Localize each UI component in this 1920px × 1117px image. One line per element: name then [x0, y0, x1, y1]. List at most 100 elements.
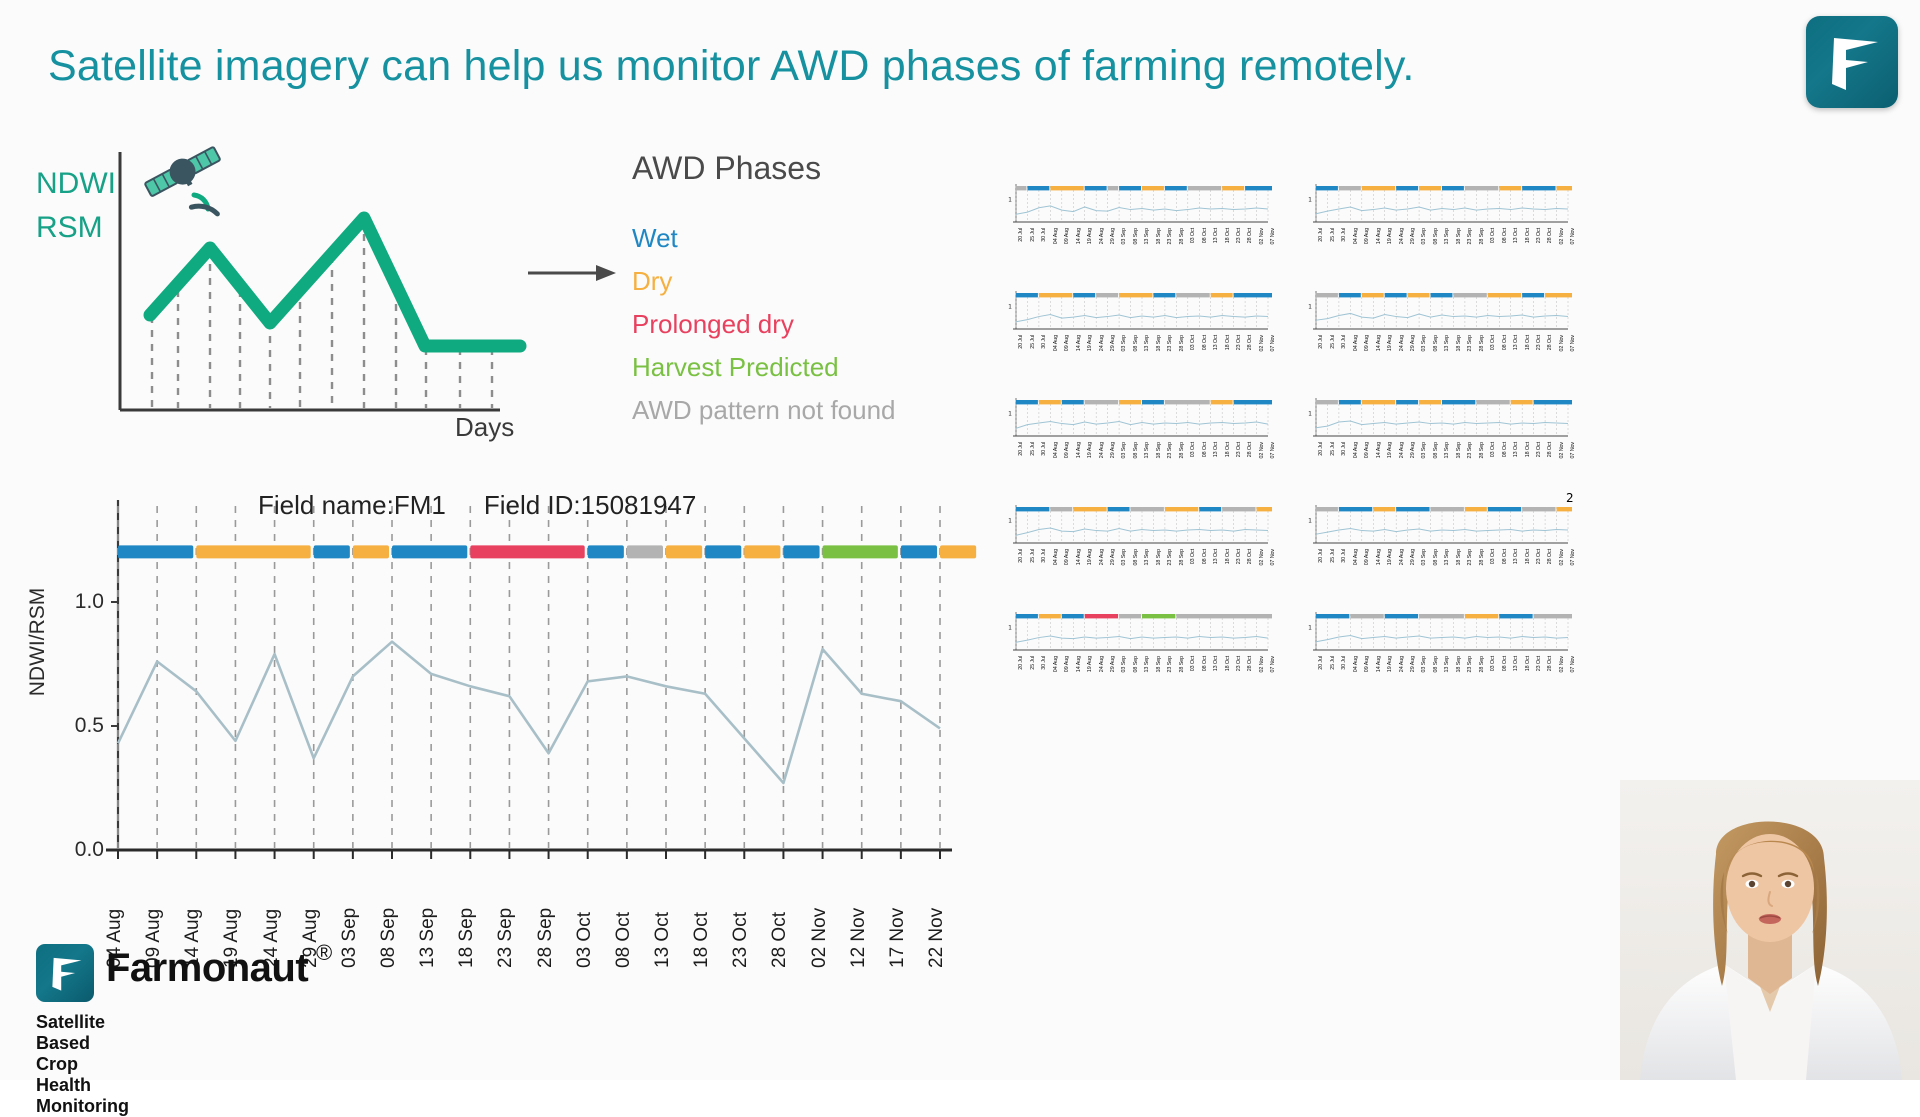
thumbnail-x-tick-label: 03 Oct [1190, 228, 1197, 244]
thumbnail-x-tick-label: 13 Oct [1513, 656, 1520, 672]
thumbnail-x-tick-label: 24 Aug [1098, 549, 1105, 566]
thumbnail-x-tick-label: 07 Nov [1570, 442, 1577, 459]
phase-segment [196, 545, 311, 559]
thumbnail-x-tick-label: 29 Aug [1110, 656, 1117, 673]
thumbnail-x-tick-label: 08 Sep [1132, 549, 1139, 566]
thumbnail-x-tick-label: 23 Oct [1536, 442, 1543, 458]
thumbnail-x-tick-label: 28 Oct [1547, 656, 1554, 672]
thumbnail-x-tick-label: 14 Aug [1375, 335, 1382, 352]
thumbnail-x-tick-label: 07 Nov [1270, 549, 1277, 566]
thumbnail-x-tick-label: 03 Oct [1490, 335, 1497, 351]
thumbnail-x-tick-label: 03 Oct [1490, 656, 1497, 672]
x-tick-label: 08 Sep [378, 907, 399, 968]
phase-segment [940, 545, 977, 559]
legend-item-harvest-predicted: Harvest Predicted [632, 352, 839, 382]
thumbnail-x-tick-label: 18 Sep [1155, 549, 1162, 566]
thumbnail-chart[interactable]: 1 20 Jul 25 Jul 30 Jul 04 Aug 09 Aug 14 Aug 19 … [1300, 180, 1579, 284]
thumbnail-x-tick-label: 04 Aug [1052, 228, 1059, 245]
y-tick-label: 0.0 [74, 838, 104, 861]
thumbnail-chart[interactable]: 1 20 Jul 25 Jul 30 Jul 04 Aug 09 Aug 14 Aug 19 … [1300, 501, 1579, 605]
thumbnail-x-tick-label: 08 Sep [1132, 228, 1139, 245]
thumbnail-x-tick-label: 02 Nov [1558, 656, 1565, 673]
thumbnail-x-tick-label: 03 Oct [1190, 335, 1197, 351]
thumbnail-x-tick-label: 18 Sep [1155, 656, 1162, 673]
thumbnail-chart[interactable]: 1 20 Jul 25 Jul 30 Jul 04 Aug 09 Aug 14 Aug 19 … [1000, 608, 1279, 712]
thumbnail-chart[interactable]: 1 20 Jul 25 Jul 30 Jul 04 Aug 09 Aug 14 Aug 19 … [1300, 608, 1579, 712]
thumbnail-x-tick-label: 08 Sep [1432, 442, 1439, 459]
thumbnail-x-tick-label: 13 Sep [1444, 549, 1451, 566]
thumbnail-x-tick-label: 20 Jul [1318, 442, 1325, 456]
field-name-label: Field name: [258, 490, 394, 520]
x-tick-label: 13 Sep [417, 907, 439, 968]
thumbnail-corner-number: 2 [1566, 491, 1574, 505]
thumbnail-plot: 1 [1008, 184, 1279, 223]
legend-item-wet: Wet [632, 223, 678, 253]
thumbnail-x-tick-label: 13 Oct [1213, 442, 1220, 458]
thumbnail-x-tick-label: 28 Sep [1178, 656, 1185, 673]
thumbnail-x-tick-label: 03 Oct [1190, 549, 1197, 565]
thumbnail-x-tick-label: 08 Oct [1501, 549, 1508, 565]
thumbnail-x-tick-label: 19 Aug [1387, 549, 1394, 566]
thumbnail-x-tick-label: 30 Jul [1041, 228, 1048, 242]
phase-segment [587, 545, 624, 559]
thumbnail-x-tick-label: 18 Oct [1524, 656, 1531, 672]
awd-phases-legend: AWD Phases Wet Dry Prolonged dry Harvest Pr… [632, 150, 1012, 432]
thumbnail-x-tick-label: 23 Sep [1467, 335, 1474, 352]
thumbnail-x-tick-label: 18 Sep [1455, 549, 1462, 566]
thumbnail-plot: 1 [1308, 291, 1579, 330]
thumbnail-x-tick-label: 09 Aug [1364, 549, 1371, 566]
thumbnail-x-tick-label: 25 Jul [1329, 656, 1336, 670]
thumbnail-x-tick-label: 18 Oct [1224, 549, 1231, 565]
thumbnail-x-tick-label: 18 Sep [1155, 228, 1162, 245]
svg-text:1: 1 [1308, 518, 1312, 525]
thumbnail-x-tick-label: 28 Oct [1547, 335, 1554, 351]
x-tick-label: 03 Oct [573, 912, 595, 968]
thumbnail-x-tick-label: 02 Nov [1258, 656, 1265, 673]
thumbnail-x-tick-label: 07 Nov [1270, 656, 1277, 673]
thumbnail-x-tick-label: 09 Aug [1364, 442, 1371, 459]
thumbnail-x-tick-label: 03 Sep [1121, 442, 1128, 459]
thumbnail-x-tick-label: 14 Aug [1075, 549, 1082, 566]
thumbnail-x-tick-label: 20 Jul [1018, 228, 1025, 242]
svg-text:1: 1 [1008, 625, 1012, 632]
thumbnail-chart[interactable]: 1 20 Jul 25 Jul 30 Jul 04 Aug 09 Aug 14 Aug 19 … [1000, 287, 1279, 391]
thumbnail-x-tick-label: 18 Oct [1224, 228, 1231, 244]
thumbnail-x-tick-label: 19 Aug [1087, 549, 1094, 566]
thumbnail-x-tick-label: 30 Jul [1341, 656, 1348, 670]
thumbnail-x-tick-label: 29 Aug [1410, 335, 1417, 352]
thumbnail-chart[interactable]: 1 20 Jul 25 Jul 30 Jul 04 Aug 09 Aug 14 Aug 19 … [1300, 287, 1579, 391]
thumbnail-x-tick-label: 28 Sep [1478, 549, 1485, 566]
thumbnail-x-tick-label: 30 Jul [1341, 442, 1348, 456]
thumbnail-x-tick-label: 30 Jul [1341, 549, 1348, 563]
presenter-video-overlay [1620, 780, 1920, 1080]
thumbnail-x-tick-label: 08 Oct [1501, 335, 1508, 351]
phase-segment [822, 545, 898, 559]
thumbnail-x-tick-label: 25 Jul [1329, 442, 1336, 456]
thumbnail-chart[interactable]: 1 20 Jul 25 Jul 30 Jul 04 Aug 09 Aug 14 Aug 19 … [1300, 394, 1579, 498]
thumbnail-x-tick-label: 18 Oct [1224, 656, 1231, 672]
thumbnail-chart[interactable]: 1 20 Jul 25 Jul 30 Jul 04 Aug 09 Aug 14 Aug 19 … [1000, 180, 1279, 284]
thumbnail-x-tick-label: 08 Oct [1201, 549, 1208, 565]
thumbnail-x-tick-label: 29 Aug [1410, 656, 1417, 673]
thumbnail-chart[interactable]: 1 20 Jul 25 Jul 30 Jul 04 Aug 09 Aug 14 Aug 19 … [1000, 501, 1279, 605]
brand-wordmark: Farmonaut [106, 946, 309, 990]
thumbnail-x-tick-label: 03 Sep [1421, 228, 1428, 245]
thumbnail-x-tick-label: 13 Oct [1513, 549, 1520, 565]
thumbnail-x-tick-label: 30 Jul [1041, 335, 1048, 349]
x-tick-label: 18 Sep [456, 907, 478, 968]
thumbnail-x-tick-label: 13 Sep [1444, 442, 1451, 459]
thumbnail-x-tick-label: 29 Aug [1410, 442, 1417, 459]
thumbnail-x-tick-label: 29 Aug [1110, 442, 1117, 459]
thumbnail-x-tick-label: 14 Aug [1075, 442, 1082, 459]
thumbnail-x-tick-label: 28 Sep [1478, 656, 1485, 673]
thumbnail-x-tick-label: 25 Jul [1029, 656, 1036, 670]
thumbnail-x-tick-label: 25 Jul [1329, 549, 1336, 563]
thumbnail-x-tick-label: 07 Nov [1570, 335, 1577, 352]
thumbnail-x-tick-label: 28 Oct [1247, 335, 1254, 351]
thumbnail-x-tick-label: 20 Jul [1318, 549, 1325, 563]
thumbnail-chart[interactable]: 1 20 Jul 25 Jul 30 Jul 04 Aug 09 Aug 14 Aug 19 … [1000, 394, 1279, 498]
thumbnail-x-tick-label: 03 Sep [1421, 656, 1428, 673]
thumbnail-x-tick-label: 14 Aug [1075, 656, 1082, 673]
thumbnail-x-tick-label: 02 Nov [1258, 228, 1265, 245]
thumbnail-x-tick-label: 03 Sep [1121, 335, 1128, 352]
